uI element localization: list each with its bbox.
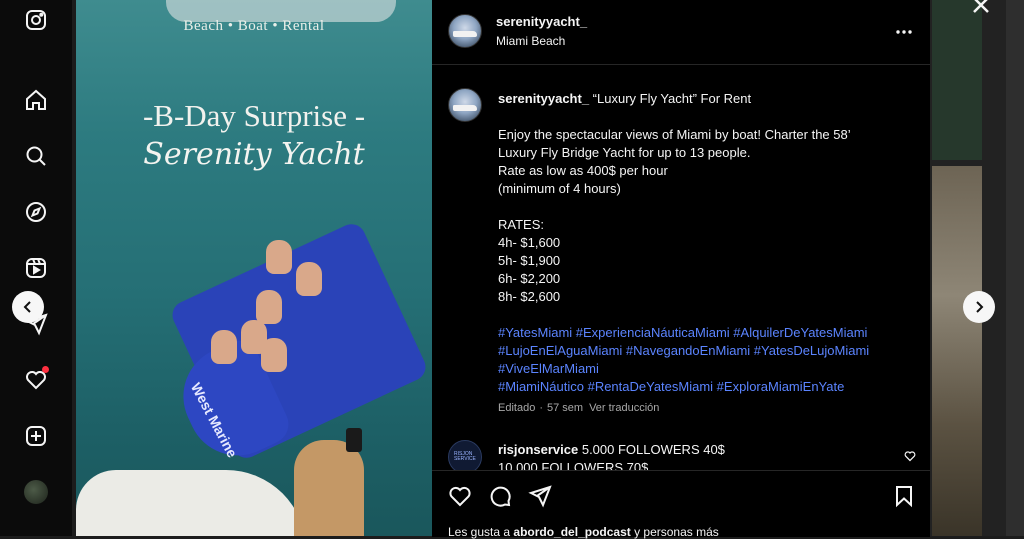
author-username[interactable]: serenityyacht_ <box>496 14 587 29</box>
explore-icon[interactable] <box>24 200 48 224</box>
reels-icon[interactable] <box>24 256 48 280</box>
rate-item: 4h- $1,600 <box>498 235 561 250</box>
home-icon[interactable] <box>24 88 48 112</box>
rate-item: 8h- $2,600 <box>498 289 561 304</box>
rate-item: 6h- $2,200 <box>498 271 561 286</box>
person <box>211 330 237 364</box>
boat-bow <box>76 470 306 536</box>
comment-text: 5.000 FOLLOWERS 40$ <box>581 442 725 457</box>
person <box>261 338 287 372</box>
photographer <box>294 440 364 536</box>
person <box>256 290 282 324</box>
caption-title: “Luxury Fly Yacht” For Rent <box>589 91 752 106</box>
person <box>296 262 322 296</box>
notification-badge-dot <box>42 366 49 373</box>
action-bar: Les gusta a abordo_del_podcast y persona… <box>432 470 930 539</box>
share-icon[interactable] <box>528 484 552 508</box>
post-caption: serenityyacht_ “Luxury Fly Yacht” For Re… <box>498 90 908 396</box>
previous-post-button[interactable] <box>12 291 44 323</box>
caption-line: Enjoy the spectacular views of Miami by … <box>498 127 851 142</box>
save-bookmark-icon[interactable] <box>892 484 916 508</box>
hashtag-line[interactable]: #ViveElMarMiami <box>498 360 908 378</box>
image-headline: -B-Day Surprise - <box>142 98 366 133</box>
next-post-preview <box>932 166 982 536</box>
create-icon[interactable] <box>24 424 48 448</box>
caption-line: Rate as low as 400$ per hour <box>498 163 668 178</box>
hashtag-line[interactable]: #MiamiNáutico #RentaDeYatesMiami #Explor… <box>498 378 908 396</box>
caption-line: (minimum of 4 hours) <box>498 181 621 196</box>
rate-item: 5h- $1,900 <box>498 253 561 268</box>
profile-avatar[interactable] <box>24 480 48 504</box>
likes-prefix: Les gusta a <box>448 525 514 539</box>
likes-summary: Les gusta a abordo_del_podcast y persona… <box>448 525 719 539</box>
rates-title: RATES: <box>498 217 544 232</box>
nav-rail <box>0 0 72 536</box>
comment-text-continued: 10.000 FOLLOWERS 70$ <box>498 460 649 470</box>
close-icon[interactable] <box>970 0 992 16</box>
instagram-logo-icon[interactable] <box>24 8 48 32</box>
caption-meta: Editado · 57 sem Ver traducción <box>498 402 660 414</box>
comment-icon[interactable] <box>488 484 512 508</box>
comment-like-heart-icon[interactable] <box>904 450 916 462</box>
image-script-title: Serenity Yacht <box>143 137 365 172</box>
scrollbar[interactable] <box>1006 0 1024 536</box>
caption-username[interactable]: serenityyacht_ <box>498 91 589 106</box>
more-options-icon[interactable] <box>894 22 914 42</box>
person <box>266 240 292 274</box>
chevron-left-icon <box>22 301 34 313</box>
post-header: serenityyacht_ Miami Beach <box>432 0 930 65</box>
post-age[interactable]: 57 sem <box>547 402 583 414</box>
likes-suffix[interactable]: y personas más <box>631 525 719 539</box>
post-side-panel: serenityyacht_ Miami Beach serenityyacht… <box>432 0 930 539</box>
commenter-avatar-text: RISJON SERVICE <box>454 451 476 462</box>
see-translation-link[interactable]: Ver traducción <box>589 402 659 414</box>
image-tagline: Beach • Boat • Rental <box>183 18 325 34</box>
hashtag-line[interactable]: #YatesMiami #ExperienciaNáuticaMiami #Al… <box>498 324 908 342</box>
post-location[interactable]: Miami Beach <box>496 34 565 48</box>
commenter-avatar[interactable]: RISJON SERVICE <box>448 440 482 474</box>
search-icon[interactable] <box>24 144 48 168</box>
post-image: Beach • Boat • Rental -B-Day Surprise - … <box>76 0 432 536</box>
caption-line: Luxury Fly Bridge Yacht for up to 13 peo… <box>498 145 751 160</box>
hashtag-line[interactable]: #LujoEnElAguaMiami #NavegandoEnMiami #Ya… <box>498 342 908 360</box>
likes-user[interactable]: abordo_del_podcast <box>513 525 630 539</box>
phone <box>346 428 362 452</box>
next-post-preview-top <box>932 0 982 160</box>
next-post-button[interactable] <box>963 291 995 323</box>
author-avatar[interactable] <box>448 14 482 48</box>
edited-label: Editado <box>498 402 536 414</box>
like-heart-icon[interactable] <box>448 484 472 508</box>
comment-username[interactable]: risjonservice <box>498 442 578 457</box>
chevron-right-icon <box>973 301 985 313</box>
comment: risjonservice 5.000 FOLLOWERS 40$ <box>498 442 725 457</box>
caption-author-avatar[interactable] <box>448 88 482 122</box>
